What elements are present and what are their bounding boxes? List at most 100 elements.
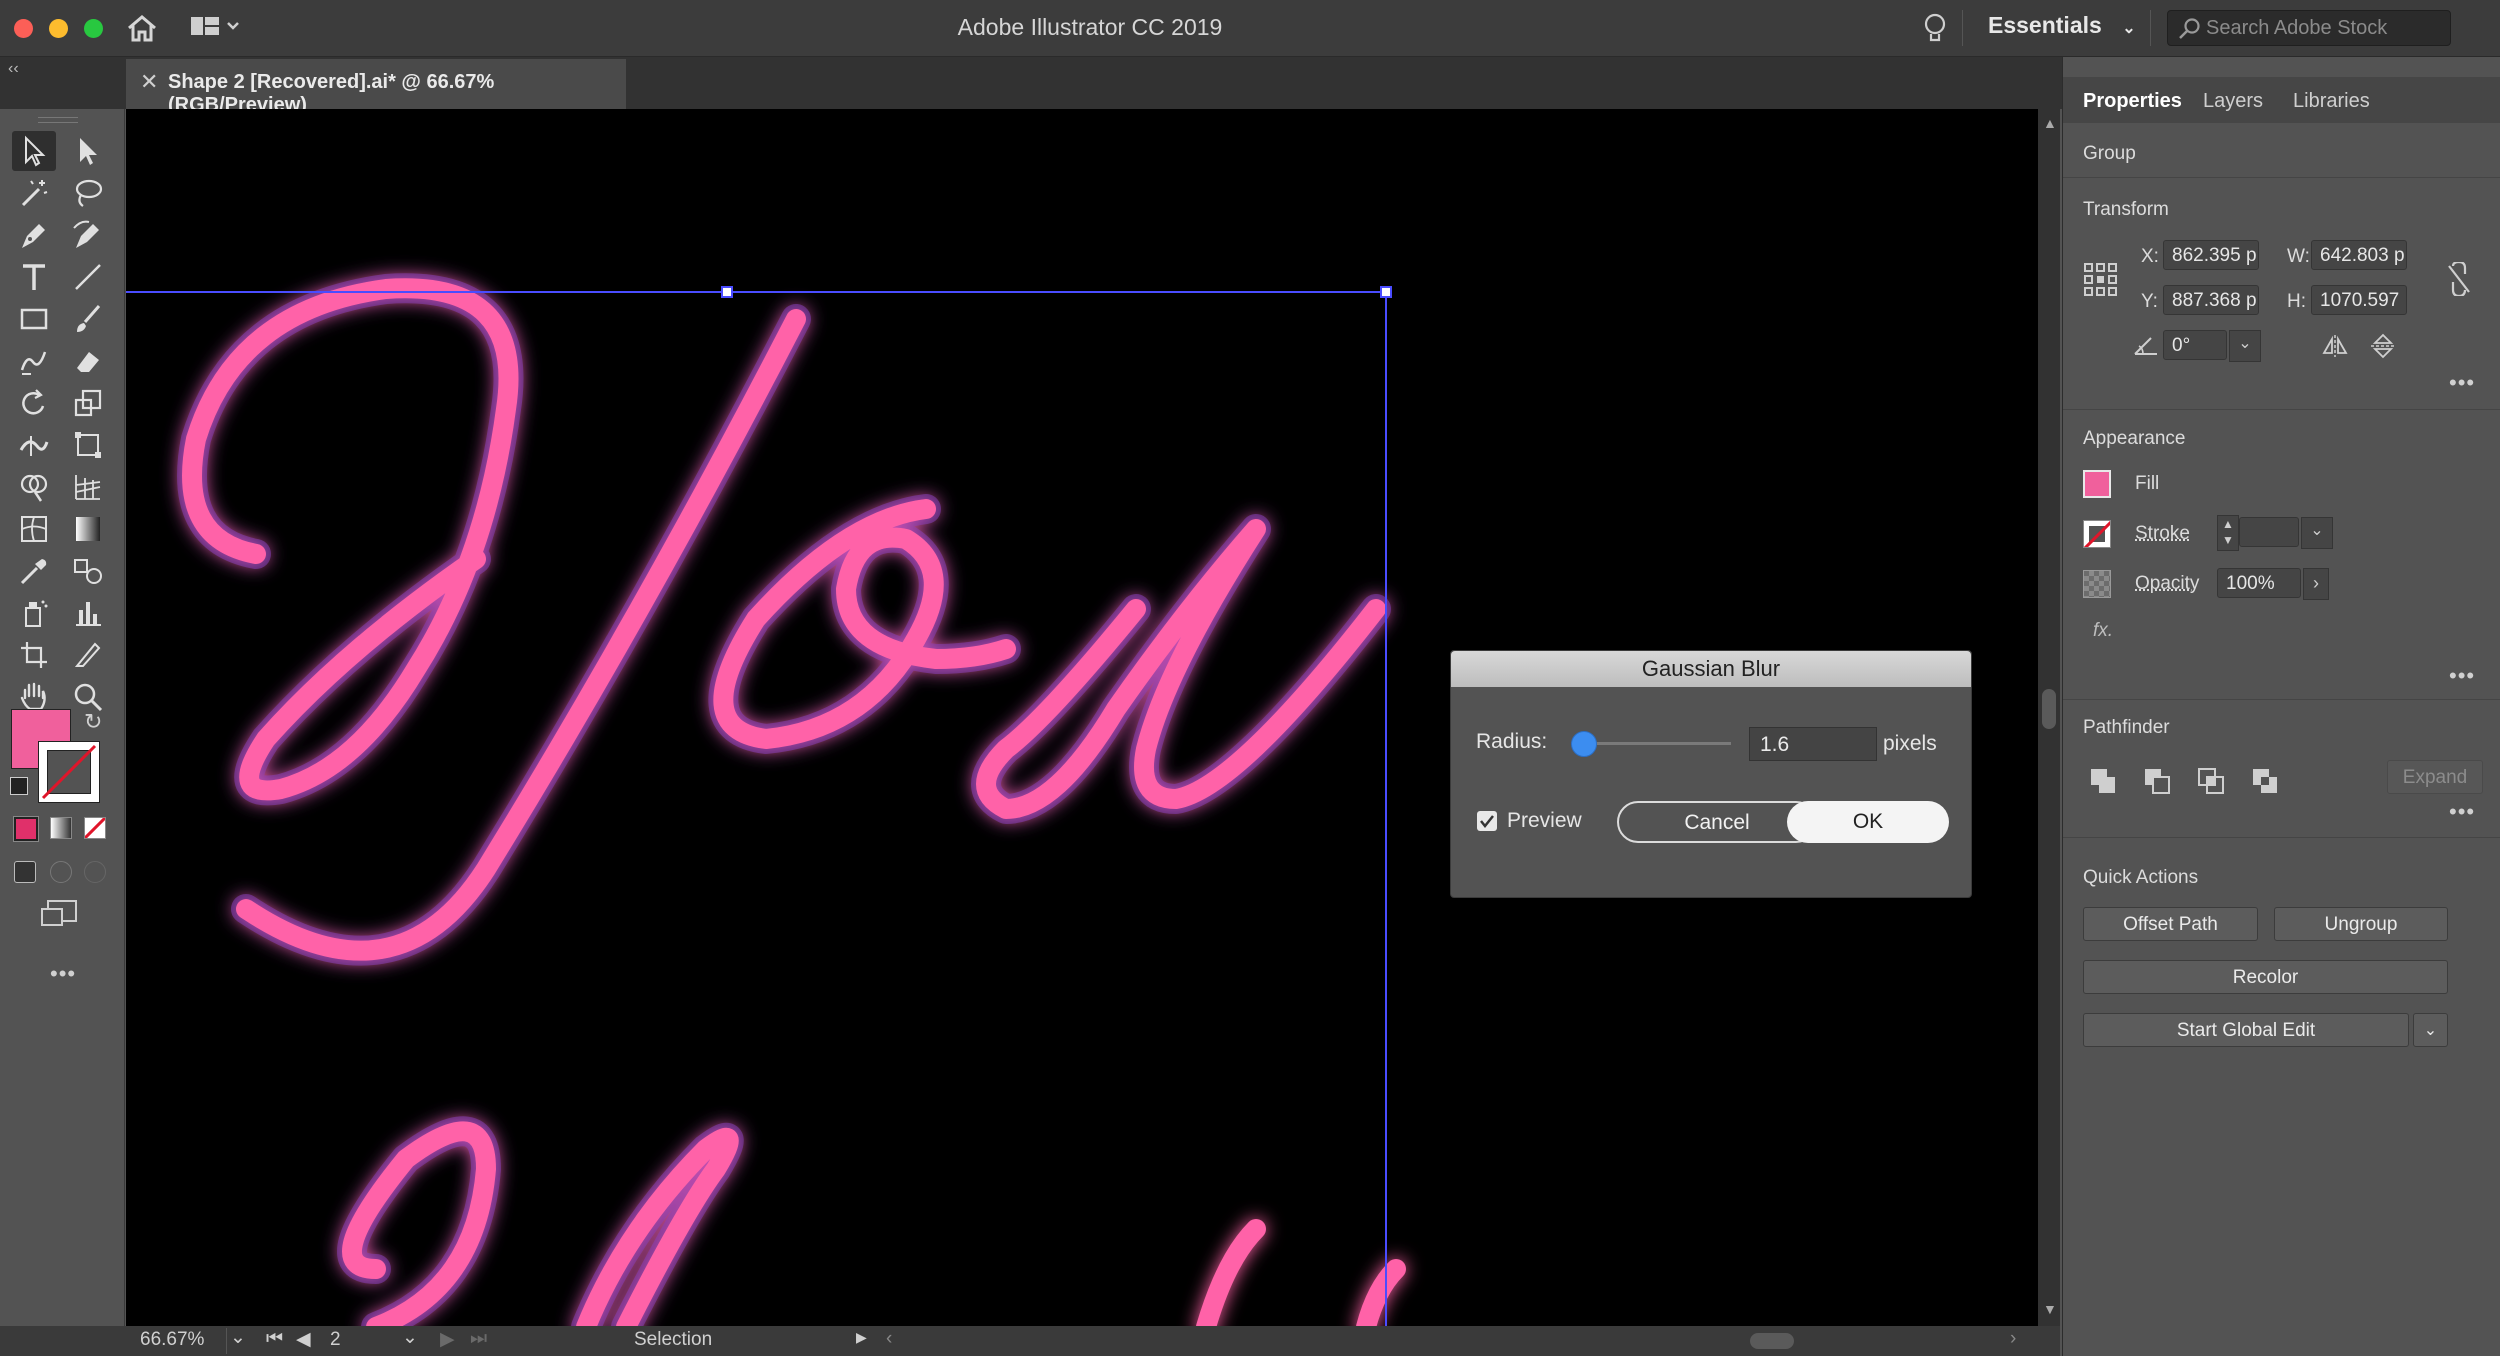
scale-tool-icon[interactable] xyxy=(66,383,110,423)
transform-more-options-icon[interactable]: ••• xyxy=(2449,370,2475,396)
workspace-switcher[interactable]: Essentials ⌄ xyxy=(1988,12,2136,39)
exclude-icon[interactable] xyxy=(2251,767,2279,800)
ok-button[interactable]: OK xyxy=(1787,801,1949,843)
status-menu-icon[interactable]: ▶ xyxy=(856,1329,867,1346)
scroll-up-icon[interactable]: ▲ xyxy=(2043,115,2057,131)
shaper-tool-icon[interactable] xyxy=(12,341,56,381)
radius-slider-knob[interactable] xyxy=(1571,731,1597,757)
zoom-dropdown-icon[interactable]: ⌄ xyxy=(230,1326,246,1349)
scroll-right-icon[interactable]: › xyxy=(2010,1328,2016,1350)
pathfinder-more-options-icon[interactable]: ••• xyxy=(2449,799,2475,825)
last-artboard-icon[interactable]: ⏭ xyxy=(470,1328,487,1350)
default-fill-stroke-icon[interactable] xyxy=(10,777,28,795)
swap-fill-stroke-icon[interactable]: ↻ xyxy=(84,709,102,735)
global-edit-options-icon[interactable]: ⌄ xyxy=(2413,1013,2448,1047)
vertical-scrollbar[interactable]: ▲ ▼ xyxy=(2038,109,2060,1327)
stroke-weight-field[interactable] xyxy=(2239,517,2299,547)
gradient-mode-icon[interactable] xyxy=(50,817,72,839)
stroke-swatch[interactable] xyxy=(2083,520,2111,548)
color-mode-icon[interactable] xyxy=(14,817,38,841)
scroll-down-icon[interactable]: ▼ xyxy=(2043,1301,2057,1317)
vertical-scroll-thumb[interactable] xyxy=(2042,689,2056,729)
artboard-dropdown-icon[interactable]: ⌄ xyxy=(402,1326,418,1349)
rectangle-tool-icon[interactable] xyxy=(12,299,56,339)
height-field[interactable]: 1070.597 xyxy=(2311,285,2407,315)
stroke-weight-stepper[interactable]: ▲▼ xyxy=(2217,515,2239,551)
mesh-tool-icon[interactable] xyxy=(12,509,56,549)
eyedropper-tool-icon[interactable] xyxy=(12,551,56,591)
preview-label[interactable]: Preview xyxy=(1507,809,1582,833)
start-global-edit-button[interactable]: Start Global Edit xyxy=(2083,1013,2409,1047)
flip-horizontal-icon[interactable] xyxy=(2321,335,2349,362)
edit-toolbar-icon[interactable]: ••• xyxy=(50,961,76,987)
selection-tool-icon[interactable] xyxy=(12,131,56,171)
previous-artboard-icon[interactable]: ◀ xyxy=(296,1328,311,1351)
stroke-color-swatch[interactable] xyxy=(38,741,100,803)
tab-layers[interactable]: Layers xyxy=(2203,90,2263,113)
scroll-left-icon[interactable]: ‹ xyxy=(886,1328,892,1350)
rotate-tool-icon[interactable] xyxy=(12,383,56,423)
rotation-dropdown-icon[interactable]: ⌄ xyxy=(2229,330,2261,362)
curvature-tool-icon[interactable] xyxy=(66,215,110,255)
lightbulb-icon[interactable] xyxy=(1922,12,1948,51)
opacity-label[interactable]: Opacity xyxy=(2135,573,2199,595)
next-artboard-icon[interactable]: ▶ xyxy=(440,1328,455,1351)
constrain-proportions-icon[interactable] xyxy=(2445,262,2473,301)
horizontal-scroll-thumb[interactable] xyxy=(1750,1333,1794,1349)
first-artboard-icon[interactable]: ⏮ xyxy=(266,1328,283,1350)
opacity-field[interactable]: 100% xyxy=(2217,568,2301,598)
width-field[interactable]: 642.803 p xyxy=(2311,240,2407,270)
stroke-label[interactable]: Stroke xyxy=(2135,523,2190,545)
column-graph-tool-icon[interactable] xyxy=(66,593,110,633)
shape-builder-tool-icon[interactable] xyxy=(12,467,56,507)
pen-tool-icon[interactable] xyxy=(12,215,56,255)
collapse-toolbar-icon[interactable]: ‹‹ xyxy=(8,60,19,78)
stroke-weight-dropdown-icon[interactable]: ⌄ xyxy=(2301,517,2333,549)
magic-wand-tool-icon[interactable] xyxy=(12,173,56,213)
blend-tool-icon[interactable] xyxy=(66,551,110,591)
minus-front-icon[interactable] xyxy=(2143,767,2171,800)
line-segment-tool-icon[interactable] xyxy=(66,257,110,297)
lasso-tool-icon[interactable] xyxy=(66,173,110,213)
gradient-tool-icon[interactable] xyxy=(66,509,110,549)
expand-button[interactable]: Expand xyxy=(2387,760,2483,794)
offset-path-button[interactable]: Offset Path xyxy=(2083,907,2258,941)
fx-effects-button[interactable]: fx. xyxy=(2093,620,2113,642)
document-tab[interactable]: ✕ Shape 2 [Recovered].ai* @ 66.67% (RGB/… xyxy=(126,59,626,109)
direct-selection-tool-icon[interactable] xyxy=(66,131,110,171)
search-adobe-stock-input[interactable]: Search Adobe Stock xyxy=(2167,10,2451,46)
opacity-expand-icon[interactable]: › xyxy=(2303,568,2329,600)
type-tool-icon[interactable] xyxy=(12,257,56,297)
screen-mode-icon[interactable] xyxy=(40,899,80,934)
unite-icon[interactable] xyxy=(2089,767,2117,800)
none-mode-icon[interactable] xyxy=(84,817,106,839)
intersect-icon[interactable] xyxy=(2197,767,2225,800)
toolbar-grip[interactable] xyxy=(38,117,78,123)
y-position-field[interactable]: 887.368 p xyxy=(2163,285,2259,315)
paintbrush-tool-icon[interactable] xyxy=(66,299,110,339)
tab-libraries[interactable]: Libraries xyxy=(2293,90,2370,113)
appearance-more-options-icon[interactable]: ••• xyxy=(2449,663,2475,689)
recolor-button[interactable]: Recolor xyxy=(2083,960,2448,994)
free-transform-tool-icon[interactable] xyxy=(66,425,110,465)
artboard-number-field[interactable]: 2 xyxy=(330,1329,341,1351)
draw-normal-icon[interactable] xyxy=(14,861,36,883)
rotation-field[interactable]: 0° xyxy=(2163,330,2227,360)
artboard-tool-icon[interactable] xyxy=(12,635,56,675)
reference-point-icon[interactable] xyxy=(2083,262,2117,301)
radius-input[interactable]: 1.6 xyxy=(1749,727,1877,761)
draw-behind-icon[interactable] xyxy=(50,861,72,883)
x-position-field[interactable]: 862.395 p xyxy=(2163,240,2259,270)
fill-swatch[interactable] xyxy=(2083,470,2111,498)
tab-properties[interactable]: Properties xyxy=(2083,90,2182,113)
eraser-tool-icon[interactable] xyxy=(66,341,110,381)
zoom-level[interactable]: 66.67% xyxy=(140,1329,204,1351)
preview-checkbox[interactable] xyxy=(1477,811,1497,831)
close-tab-icon[interactable]: ✕ xyxy=(140,69,158,95)
perspective-grid-tool-icon[interactable] xyxy=(66,467,110,507)
width-tool-icon[interactable] xyxy=(12,425,56,465)
slice-tool-icon[interactable] xyxy=(66,635,110,675)
ungroup-button[interactable]: Ungroup xyxy=(2274,907,2448,941)
draw-inside-icon[interactable] xyxy=(84,861,106,883)
symbol-sprayer-tool-icon[interactable] xyxy=(12,593,56,633)
